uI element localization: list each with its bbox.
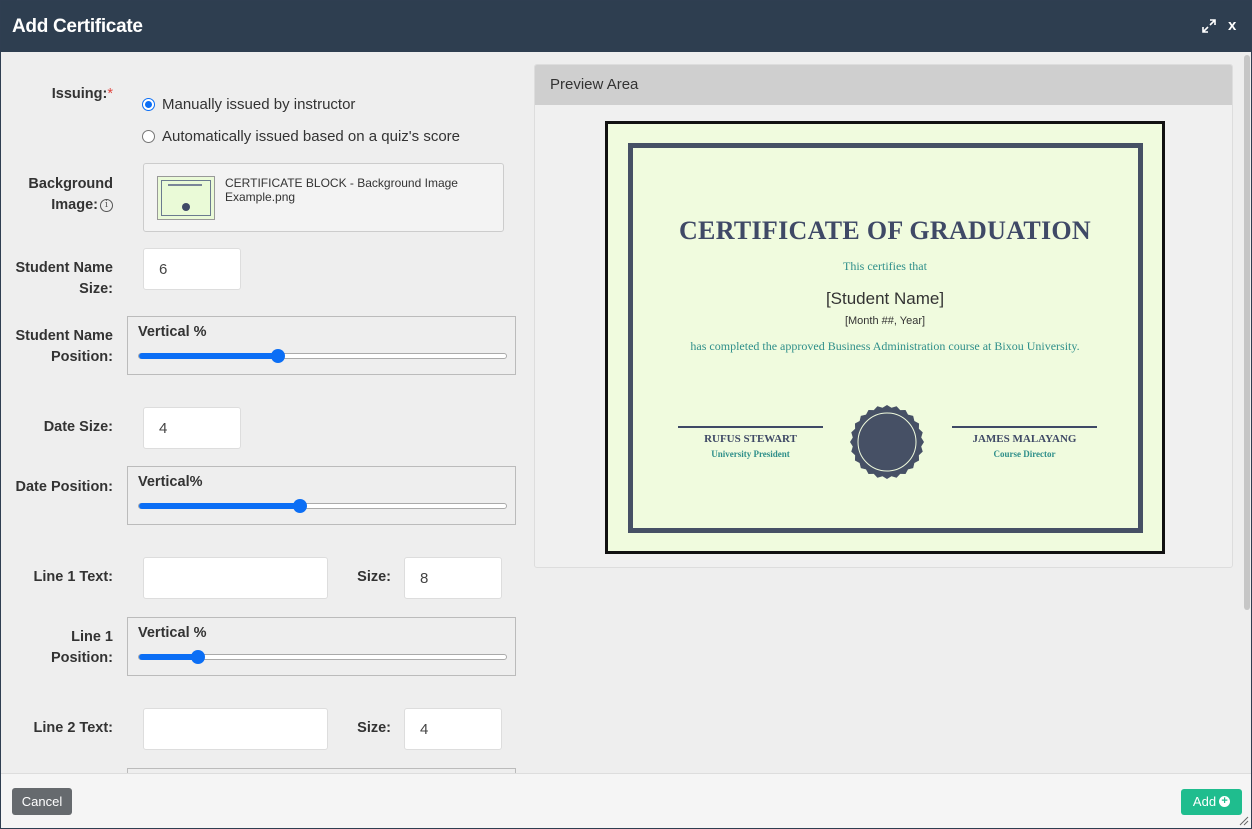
student-name-size-label-line2: Size:: [79, 281, 113, 297]
line1-position-label: Line 1 Position:: [11, 627, 113, 669]
preview-title: Preview Area: [550, 76, 639, 93]
certificate-certifies: This certifies that: [843, 259, 927, 273]
date-position-title: Vertical%: [138, 474, 203, 490]
info-icon[interactable]: i: [100, 198, 113, 212]
add-certificate-dialog: Add Certificate x Issuing:* Manually iss…: [0, 0, 1252, 829]
line1-position-slider[interactable]: [138, 650, 507, 664]
certificate-completion: has completed the approved Business Admi…: [690, 339, 1080, 353]
date-position-label: Date Position:: [15, 479, 113, 495]
date-size-label: Date Size:: [43, 419, 113, 435]
line1-position-label-line2: Position:: [50, 650, 113, 666]
resize-handle-icon[interactable]: [1237, 814, 1249, 826]
seal-icon: [850, 405, 924, 479]
certificate-date: [Month ##, Year]: [844, 315, 926, 327]
background-label-line2: Image:: [51, 197, 98, 213]
dialog-title: Add Certificate: [12, 16, 143, 37]
student-name-size-label-line1: Student Name: [15, 260, 114, 276]
signer-left-name: RUFUS STEWART: [704, 433, 797, 445]
preview-area: Preview Area CERTIFICATE OF GRADUATION T…: [534, 64, 1233, 568]
certificate-student-name: [Student Name]: [825, 289, 945, 308]
line2-size-input[interactable]: 4: [404, 708, 502, 750]
line1-text-input[interactable]: [143, 557, 328, 599]
student-name-size-input[interactable]: 6: [143, 248, 241, 290]
signer-right-role: Course Director: [993, 449, 1056, 459]
student-name-position-label: Student Name Position:: [11, 326, 114, 368]
background-image-file[interactable]: CERTIFICATE BLOCK - Background Image Exa…: [143, 163, 504, 232]
date-position-box: Vertical%: [127, 466, 516, 525]
dialog-header: Add Certificate x: [1, 1, 1251, 52]
signer-right-name: JAMES MALAYANG: [972, 433, 1077, 445]
cancel-button[interactable]: Cancel: [12, 788, 72, 815]
background-filename: CERTIFICATE BLOCK - Background Image Exa…: [225, 176, 458, 204]
line1-size-label: Size:: [357, 569, 391, 585]
add-button-label: Add: [1192, 794, 1217, 809]
expand-icon[interactable]: [1201, 18, 1217, 34]
plus-circle-icon: +: [1219, 796, 1231, 808]
slider-fill: [139, 654, 198, 660]
radio-manual-control[interactable]: [142, 98, 155, 111]
vertical-scrollbar[interactable]: [1243, 52, 1251, 773]
signature-line-left: [678, 426, 823, 428]
issuing-label: Issuing:*: [21, 84, 113, 105]
radio-automatic-control[interactable]: [142, 130, 155, 143]
dialog-body: Issuing:* Manually issued by instructor …: [1, 52, 1251, 773]
student-name-position-slider[interactable]: [138, 349, 507, 363]
line1-size-input[interactable]: 8: [404, 557, 502, 599]
radio-manual[interactable]: Manually issued by instructor: [142, 96, 355, 113]
scrollbar-thumb[interactable]: [1244, 55, 1250, 610]
close-button[interactable]: x: [1228, 17, 1236, 34]
radio-automatic[interactable]: Automatically issued based on a quiz's s…: [142, 128, 460, 145]
line2-text-input[interactable]: [143, 708, 328, 750]
line1-position-title: Vertical %: [138, 625, 207, 641]
signature-line-right: [952, 426, 1097, 428]
slider-handle[interactable]: [190, 650, 205, 664]
line1-position-box: Vertical %: [127, 617, 516, 676]
certificate-heading: CERTIFICATE OF GRADUATION: [678, 216, 1092, 245]
background-image-label: Background Image: i: [11, 174, 113, 216]
date-position-slider[interactable]: [138, 499, 507, 513]
add-button[interactable]: Add +: [1181, 789, 1242, 815]
student-name-size-label: Student Name Size:: [11, 258, 114, 300]
student-name-position-label-line1: Student Name: [15, 328, 114, 344]
line1-position-label-line1: Line 1: [71, 629, 113, 645]
radio-automatic-label: Automatically issued based on a quiz's s…: [162, 128, 461, 145]
slider-fill: [139, 503, 301, 509]
line2-size-label: Size:: [357, 720, 391, 736]
background-label-line1: Background: [28, 176, 113, 192]
required-mark: *: [107, 86, 113, 102]
line1-text-label: Line 1 Text:: [33, 569, 114, 585]
student-name-position-title: Vertical %: [138, 324, 207, 340]
student-name-position-box: Vertical %: [127, 316, 516, 375]
background-thumbnail: [157, 176, 215, 220]
date-size-input[interactable]: 4: [143, 407, 241, 449]
student-name-position-label-line2: Position:: [50, 349, 113, 365]
dialog-footer: Cancel Add +: [1, 773, 1251, 828]
preview-header: Preview Area: [535, 65, 1232, 105]
certificate-preview: CERTIFICATE OF GRADUATION This certifies…: [605, 121, 1165, 554]
issuing-label-text: Issuing:: [51, 86, 108, 102]
radio-manual-label: Manually issued by instructor: [162, 96, 356, 113]
signer-left-role: University President: [711, 449, 790, 459]
line2-text-label: Line 2 Text:: [33, 720, 114, 736]
slider-handle[interactable]: [271, 349, 286, 363]
slider-fill: [139, 353, 279, 359]
slider-handle[interactable]: [293, 499, 308, 513]
